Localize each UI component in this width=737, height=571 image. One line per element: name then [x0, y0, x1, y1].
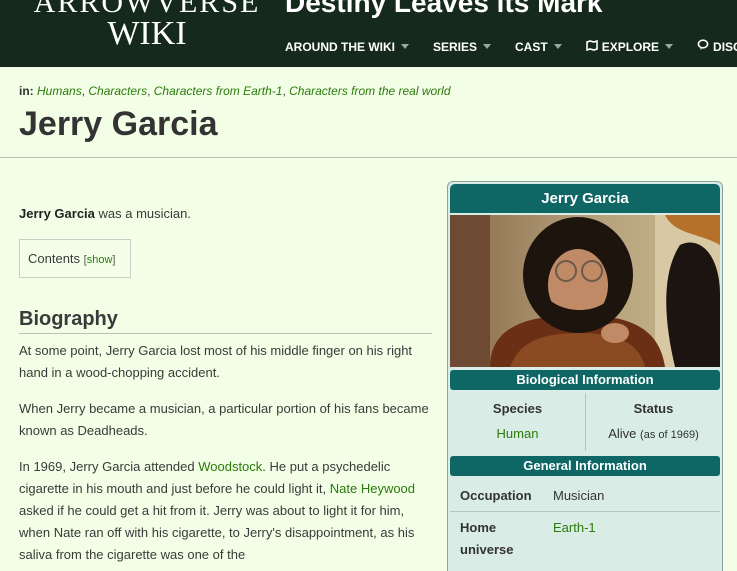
discussions-icon	[697, 39, 709, 54]
title-divider	[0, 157, 737, 158]
home-universe-link[interactable]: Earth-1	[553, 520, 596, 535]
species-label: Species	[492, 401, 543, 416]
occupation-label: Occupation	[460, 488, 532, 503]
species-cell: Species Human	[450, 393, 585, 451]
intro-paragraph: Jerry Garcia was a musician.	[19, 206, 191, 221]
character-infobox: Jerry Garcia Biological Information Spec…	[447, 181, 723, 571]
explore-icon	[585, 39, 598, 54]
status-value: Alive	[608, 426, 637, 441]
page-categories: in: Humans, Characters, Characters from …	[19, 84, 451, 98]
intro-subject: Jerry Garcia	[19, 206, 95, 221]
chevron-down-icon	[483, 44, 492, 49]
intro-text: was a musician.	[94, 206, 191, 221]
chevron-down-icon	[401, 44, 409, 49]
species-value-link[interactable]: Human	[497, 426, 539, 441]
nav-discuss[interactable]: DISC	[697, 39, 737, 54]
wiki-logo[interactable]: ARROWVERSE WIKI	[22, 0, 272, 51]
global-header: ARROWVERSE WIKI Destiny Leaves its Mark …	[0, 0, 737, 67]
categories-label: in:	[19, 84, 34, 98]
status-note: (as of 1969)	[640, 429, 699, 441]
category-link[interactable]: Characters	[88, 84, 147, 98]
nav-series[interactable]: SERIES	[433, 39, 492, 54]
nav-label: CAST	[515, 39, 548, 54]
nav-around-the-wiki[interactable]: AROUND THE WIKI	[285, 39, 409, 54]
infobox-section-general: General Information	[450, 456, 720, 476]
link-nate-heywood[interactable]: Nate Heywood	[330, 481, 415, 496]
infobox-title: Jerry Garcia	[450, 184, 720, 213]
logo-line1: ARROWVERSE	[33, 0, 261, 19]
nav-label: AROUND THE WIKI	[285, 39, 395, 54]
paragraph-text: In 1969, Jerry Garcia attended	[19, 459, 199, 474]
toc-toggle: [show]	[83, 254, 116, 266]
home-universe-label: Home universe	[460, 520, 514, 557]
nav-label: EXPLORE	[601, 39, 660, 54]
toc-show-link[interactable]: show	[87, 254, 113, 266]
nav-explore[interactable]: EXPLORE	[585, 39, 674, 54]
table-of-contents: Contents [show]	[19, 239, 131, 278]
occupation-value: Musician	[553, 488, 605, 503]
section-divider	[19, 333, 432, 334]
page-title: Jerry Garcia	[19, 105, 218, 143]
category-link[interactable]: Humans	[37, 84, 82, 98]
bio-paragraph-2: When Jerry became a musician, a particul…	[19, 401, 429, 438]
main-nav: AROUND THE WIKI SERIES CAST EXPLORE DISC	[285, 39, 737, 54]
infobox-section-biological: Biological Information	[450, 370, 720, 390]
category-link[interactable]: Characters from Earth-1	[154, 84, 283, 98]
logo-line2: WIKI	[107, 15, 187, 52]
toc-label: Contents	[28, 251, 81, 266]
category-link[interactable]: Characters from the real world	[289, 84, 450, 98]
nav-label: SERIES	[433, 39, 478, 54]
infobox-row-home-universe: Home universe Earth-1	[450, 513, 720, 569]
bio-paragraph-1: At some point, Jerry Garcia lost most of…	[19, 343, 413, 380]
link-woodstock[interactable]: Woodstock	[198, 459, 262, 474]
paragraph-text: asked if he could get a hit from it. Jer…	[19, 503, 415, 562]
nav-label: DISC	[713, 39, 737, 54]
section-heading-biography: Biography	[19, 308, 118, 330]
bio-paragraph-3: In 1969, Jerry Garcia attended Woodstock…	[19, 456, 429, 566]
status-label: Status	[633, 401, 674, 416]
status-cell: Status Alive (as of 1969)	[586, 393, 721, 451]
infobox-row-occupation: Occupation Musician	[450, 482, 720, 512]
nav-cast[interactable]: CAST	[515, 39, 562, 54]
chevron-down-icon	[665, 44, 674, 49]
character-image[interactable]	[450, 215, 720, 367]
community-title[interactable]: Destiny Leaves its Mark	[285, 0, 603, 19]
chevron-down-icon	[553, 44, 562, 49]
infobox-bio-grid: Species Human Status Alive (as of 1969)	[450, 393, 720, 451]
